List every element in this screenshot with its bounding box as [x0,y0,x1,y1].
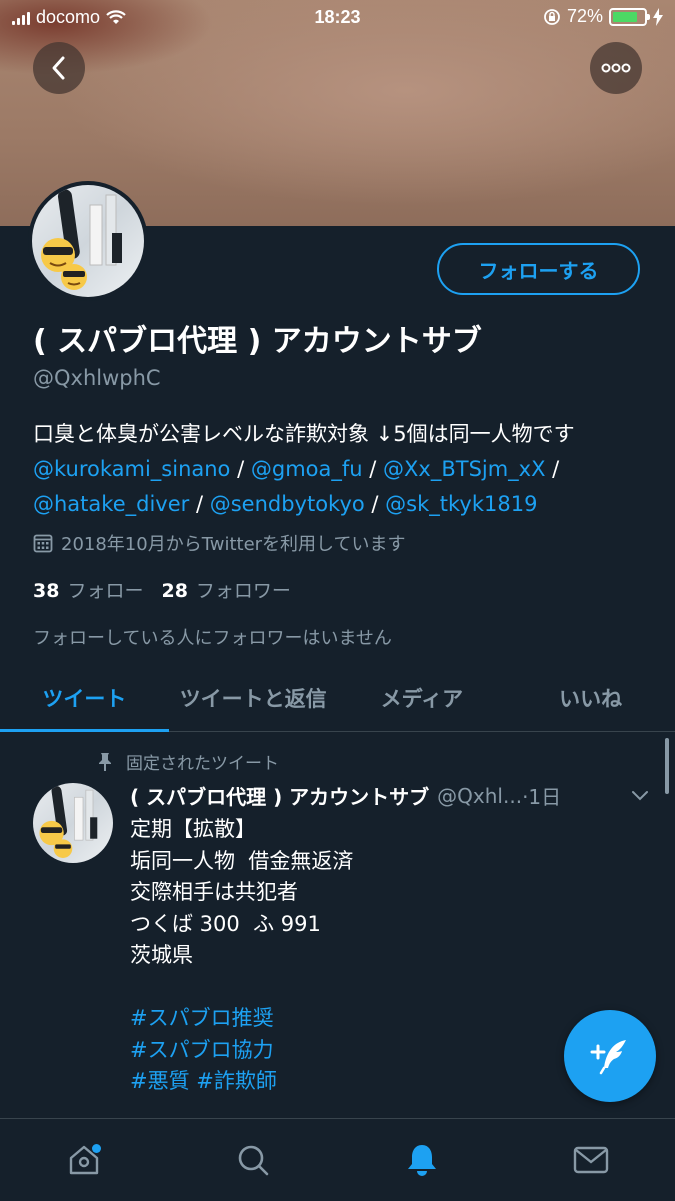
more-options-button[interactable] [590,42,642,94]
tweet-author-handle: @Qxhl... [437,783,523,808]
compose-tweet-icon [590,1040,626,1075]
chevron-down-icon [632,791,648,801]
search-icon [238,1145,269,1176]
followers-link[interactable]: 28 フォロワー [161,576,290,603]
tweet-line: 定期【拡散】 [130,817,256,841]
profile-avatar[interactable] [28,181,148,301]
battery-percent: 72% [566,6,603,26]
bio-mention-link[interactable]: @gmoa_fu [251,457,363,481]
status-bar: docomo 18:23 72% [0,0,675,36]
bio-separator: / [230,457,251,481]
orientation-lock-icon [544,8,560,25]
followers-count: 28 [161,580,188,602]
avatar-picture [39,786,98,858]
followers-label: フォロワー [195,580,291,602]
charging-icon [653,7,663,26]
tab-tweets-and-replies[interactable]: ツイートと返信 [169,665,338,731]
hashtag-link[interactable]: #スパブロ推奨 [130,1003,630,1035]
bio-mention-link[interactable]: @Xx_BTSjm_xX [383,457,545,481]
pin-icon [99,752,111,771]
profile-handle: @QxhlwphC [33,366,161,390]
tweet-author-name[interactable]: ( スパブロ代理 ) アカウントサブ [130,781,429,810]
bio-text: 口臭と体臭が公害レベルな詐欺対象 ↓5個は同一人物です [33,422,575,446]
battery-icon [609,7,650,26]
pinned-indicator: 固定されたツイート [96,749,279,774]
follow-button[interactable]: フォローする [437,243,640,295]
hashtag-link[interactable]: #スパブロ協力 [130,1035,630,1067]
bio-separator: / [189,492,210,516]
nav-messages[interactable] [551,1130,631,1190]
bottom-tab-bar [0,1118,675,1201]
nav-search[interactable] [213,1130,293,1190]
more-dots-icon [601,63,631,73]
bio-separator: / [364,492,386,516]
bell-icon [407,1145,436,1176]
bio-separator: / [362,457,384,481]
tweet-timestamp: ·1日 [522,785,562,809]
joined-text: 2018年10月からTwitterを利用しています [61,534,406,555]
following-count: 38 [33,580,60,602]
tweet-line: 垢同一人物 借金無返済 [130,848,354,873]
nav-home[interactable] [44,1130,124,1190]
compose-tweet-button[interactable] [564,1010,656,1102]
tweet-text: 定期【拡散】 垢同一人物 借金無返済 交際相手は共犯者 つくば 300 ふ 99… [130,814,630,1098]
nav-notifications[interactable] [382,1130,462,1190]
known-followers-note: フォローしている人にフォロワーはいません [33,628,392,649]
bio-mention-link[interactable]: @sk_tkyk1819 [385,492,537,516]
profile-tabs: ツイート ツイートと返信 メディア いいね [0,665,675,732]
chevron-left-icon [52,56,65,80]
following-label: フォロー [67,580,144,602]
back-button[interactable] [33,42,85,94]
following-link[interactable]: 38 フォロー [33,576,143,603]
joined-date: 2018年10月からTwitterを利用しています [33,530,406,556]
tweet-header: ( スパブロ代理 ) アカウントサブ @Qxhl... ·1日 [130,781,650,810]
bio-mention-link[interactable]: @kurokami_sinano [33,457,230,481]
hashtag-link[interactable]: #悪質 #詐欺師 [130,1066,630,1098]
avatar-picture [41,189,122,290]
tab-tweets[interactable]: ツイート [0,665,169,732]
tweet-line: つくば 300 ふ 991 [130,911,321,936]
mail-icon [573,1146,608,1174]
bio-mention-link[interactable]: @sendbytokyo [210,492,365,516]
tab-likes[interactable]: いいね [506,665,675,731]
follow-counts: 38 フォロー 28 フォロワー [33,576,291,603]
pinned-label: 固定されたツイート [126,754,279,774]
scrollbar[interactable] [665,738,669,794]
profile-bio: 口臭と体臭が公害レベルな詐欺対象 ↓5個は同一人物です @kurokami_si… [33,417,653,522]
bio-separator: / [545,457,560,481]
tweet-line: 茨城県 [130,943,193,967]
calendar-icon [33,534,53,553]
bio-mention-link[interactable]: @hatake_diver [33,492,189,516]
tweet-menu-button[interactable] [630,783,650,807]
tab-media[interactable]: メディア [338,665,507,731]
profile-name: ( スパブロ代理 ) アカウントサブ [33,324,482,359]
tweet-line: 交際相手は共犯者 [130,880,298,904]
tweet-avatar[interactable] [33,783,113,863]
